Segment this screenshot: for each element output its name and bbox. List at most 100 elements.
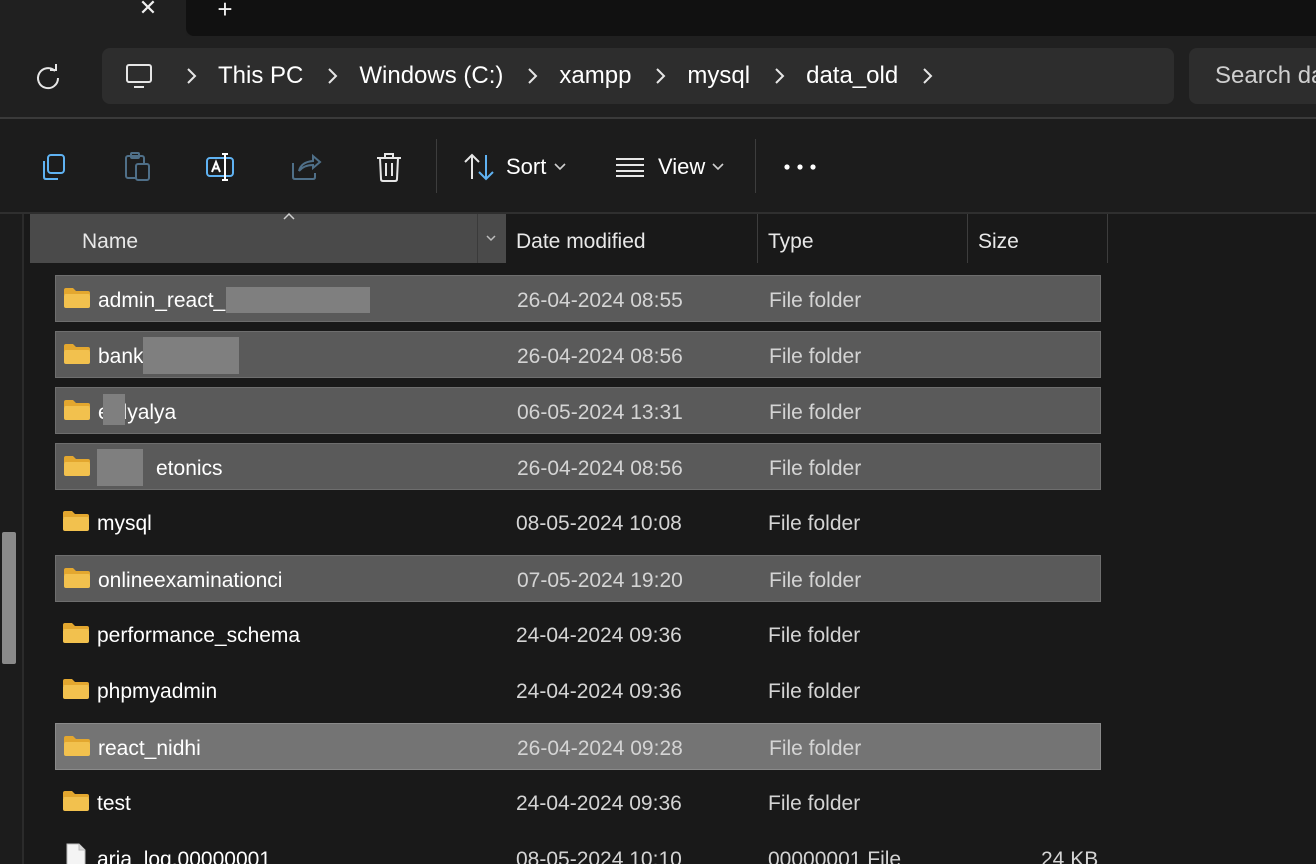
file-name: admin_react_r bbox=[98, 289, 233, 312]
folder-row[interactable]: onlineexaminationci 07-05-2024 19:20 File … bbox=[55, 555, 1101, 602]
address-row: This PC Windows (C:) xampp mysql data_ol… bbox=[0, 36, 1316, 118]
breadcrumb-data-old[interactable]: data_old bbox=[806, 62, 898, 90]
toolbar-separator bbox=[755, 139, 756, 193]
redacted-text-box bbox=[143, 337, 239, 374]
breadcrumb-this-pc[interactable]: This PC bbox=[218, 62, 303, 90]
folder-icon bbox=[63, 791, 89, 811]
folder-row[interactable]: admin_react_r 26-04-2024 08:55 File folder bbox=[55, 275, 1101, 322]
column-name-header[interactable]: Name bbox=[30, 214, 506, 263]
this-pc-icon[interactable] bbox=[124, 61, 154, 91]
sort-icon[interactable] bbox=[461, 149, 497, 185]
file-date-modified: 08-05-2024 10:08 bbox=[516, 512, 682, 535]
folder-row[interactable]: performance_schema 24-04-2024 09:36 File f… bbox=[55, 611, 1101, 658]
tab-strip: ✕ + bbox=[0, 0, 1316, 36]
file-row[interactable]: aria_log.00000001 08-05-2024 10:10 0000000… bbox=[55, 835, 1101, 864]
share-icon[interactable] bbox=[287, 149, 323, 185]
chevron-right-icon[interactable] bbox=[649, 65, 671, 87]
tab-strip-background bbox=[186, 0, 1316, 36]
delete-icon[interactable] bbox=[371, 149, 407, 185]
chevron-right-icon[interactable] bbox=[180, 65, 202, 87]
folder-icon bbox=[64, 456, 90, 476]
view-icon[interactable] bbox=[613, 149, 649, 185]
file-date-modified: 26-04-2024 09:28 bbox=[517, 737, 683, 760]
more-options-icon[interactable] bbox=[784, 164, 816, 170]
column-type-header[interactable]: Type bbox=[758, 214, 967, 263]
close-tab-icon[interactable]: ✕ bbox=[136, 0, 160, 20]
sort-ascending-icon bbox=[283, 212, 295, 220]
file-type: File folder bbox=[768, 680, 861, 703]
redacted-text-box bbox=[103, 394, 125, 425]
column-header: Name Date modified Type Size bbox=[30, 212, 1108, 263]
file-name: react_nidhi bbox=[98, 737, 201, 760]
file-type: File folder bbox=[769, 569, 862, 592]
chevron-down-icon[interactable] bbox=[711, 160, 725, 174]
file-date-modified: 08-05-2024 10:10 bbox=[516, 848, 682, 864]
chevron-right-icon[interactable] bbox=[916, 65, 938, 87]
folder-icon bbox=[64, 288, 90, 308]
folder-row[interactable]: etonics 26-04-2024 08:56 File folder bbox=[55, 443, 1101, 490]
file-type: File folder bbox=[768, 512, 861, 535]
breadcrumb-windows-c[interactable]: Windows (C:) bbox=[359, 62, 503, 90]
file-list-pane: Name Date modified Type Size admin_react… bbox=[0, 212, 1316, 864]
chevron-down-icon bbox=[486, 235, 496, 242]
folder-row[interactable]: bank 26-04-2024 08:56 File folder bbox=[55, 331, 1101, 378]
refresh-icon[interactable] bbox=[30, 60, 66, 96]
file-name: aria_log.00000001 bbox=[97, 848, 271, 864]
toolbar-separator bbox=[436, 139, 437, 193]
column-size-header[interactable]: Size bbox=[968, 214, 1107, 263]
file-type: 00000001 File bbox=[768, 848, 902, 864]
folder-icon bbox=[63, 623, 89, 643]
folder-row[interactable]: react_nidhi 26-04-2024 09:28 File folder bbox=[55, 723, 1101, 770]
folder-icon bbox=[63, 511, 89, 531]
navigation-pane-edge bbox=[0, 214, 24, 864]
chevron-down-icon[interactable] bbox=[553, 160, 567, 174]
file-type: File folder bbox=[769, 345, 862, 368]
file-name: mysql bbox=[97, 512, 152, 535]
file-date-modified: 26-04-2024 08:56 bbox=[517, 457, 683, 480]
chevron-right-icon[interactable] bbox=[521, 65, 543, 87]
file-date-modified: 07-05-2024 19:20 bbox=[517, 569, 683, 592]
breadcrumb-xampp[interactable]: xampp bbox=[559, 62, 631, 90]
file-icon bbox=[66, 843, 86, 864]
folder-icon bbox=[64, 344, 90, 364]
file-date-modified: 24-04-2024 09:36 bbox=[516, 680, 682, 703]
folder-row[interactable]: e dyalya 06-05-2024 13:31 File folder bbox=[55, 387, 1101, 434]
column-date-label: Date modified bbox=[516, 230, 646, 253]
folder-row[interactable]: phpmyadmin 24-04-2024 09:36 File folder bbox=[55, 667, 1101, 714]
column-separator[interactable] bbox=[1107, 214, 1108, 263]
folder-row[interactable]: mysql 08-05-2024 10:08 File folder bbox=[55, 499, 1101, 546]
command-bar: Sort View bbox=[0, 119, 1316, 214]
file-date-modified: 06-05-2024 13:31 bbox=[517, 401, 683, 424]
active-tab[interactable]: ✕ bbox=[0, 0, 186, 36]
column-size-label: Size bbox=[978, 230, 1019, 253]
file-type: File folder bbox=[768, 792, 861, 815]
file-name: etonics bbox=[156, 457, 223, 480]
column-name-dropdown[interactable] bbox=[477, 214, 505, 263]
file-date-modified: 26-04-2024 08:56 bbox=[517, 345, 683, 368]
file-size: 24 KB bbox=[1041, 848, 1099, 864]
rename-icon[interactable] bbox=[203, 149, 239, 185]
redacted-text-box bbox=[97, 449, 143, 486]
file-type: File folder bbox=[768, 624, 861, 647]
file-date-modified: 26-04-2024 08:55 bbox=[517, 289, 683, 312]
folder-row[interactable]: test 24-04-2024 09:36 File folder bbox=[55, 779, 1101, 826]
column-date-header[interactable]: Date modified bbox=[507, 214, 757, 263]
sort-button[interactable]: Sort bbox=[506, 154, 546, 180]
file-date-modified: 24-04-2024 09:36 bbox=[516, 624, 682, 647]
file-type: File folder bbox=[769, 457, 862, 480]
chevron-right-icon[interactable] bbox=[321, 65, 343, 87]
file-name: onlineexaminationci bbox=[98, 569, 283, 592]
paste-icon[interactable] bbox=[119, 149, 155, 185]
file-name: performance_schema bbox=[97, 624, 301, 647]
search-placeholder: Search da bbox=[1215, 62, 1316, 89]
folder-icon bbox=[63, 679, 89, 699]
copy-icon[interactable] bbox=[36, 149, 72, 185]
navigation-scrollbar-thumb[interactable] bbox=[2, 532, 16, 664]
redacted-text-box bbox=[226, 287, 370, 313]
new-tab-icon[interactable]: + bbox=[212, 0, 238, 22]
address-bar[interactable]: This PC Windows (C:) xampp mysql data_ol… bbox=[102, 48, 1174, 104]
chevron-right-icon[interactable] bbox=[768, 65, 790, 87]
search-input[interactable]: Search da bbox=[1189, 48, 1316, 104]
breadcrumb-mysql[interactable]: mysql bbox=[687, 62, 750, 90]
view-button[interactable]: View bbox=[658, 154, 705, 180]
